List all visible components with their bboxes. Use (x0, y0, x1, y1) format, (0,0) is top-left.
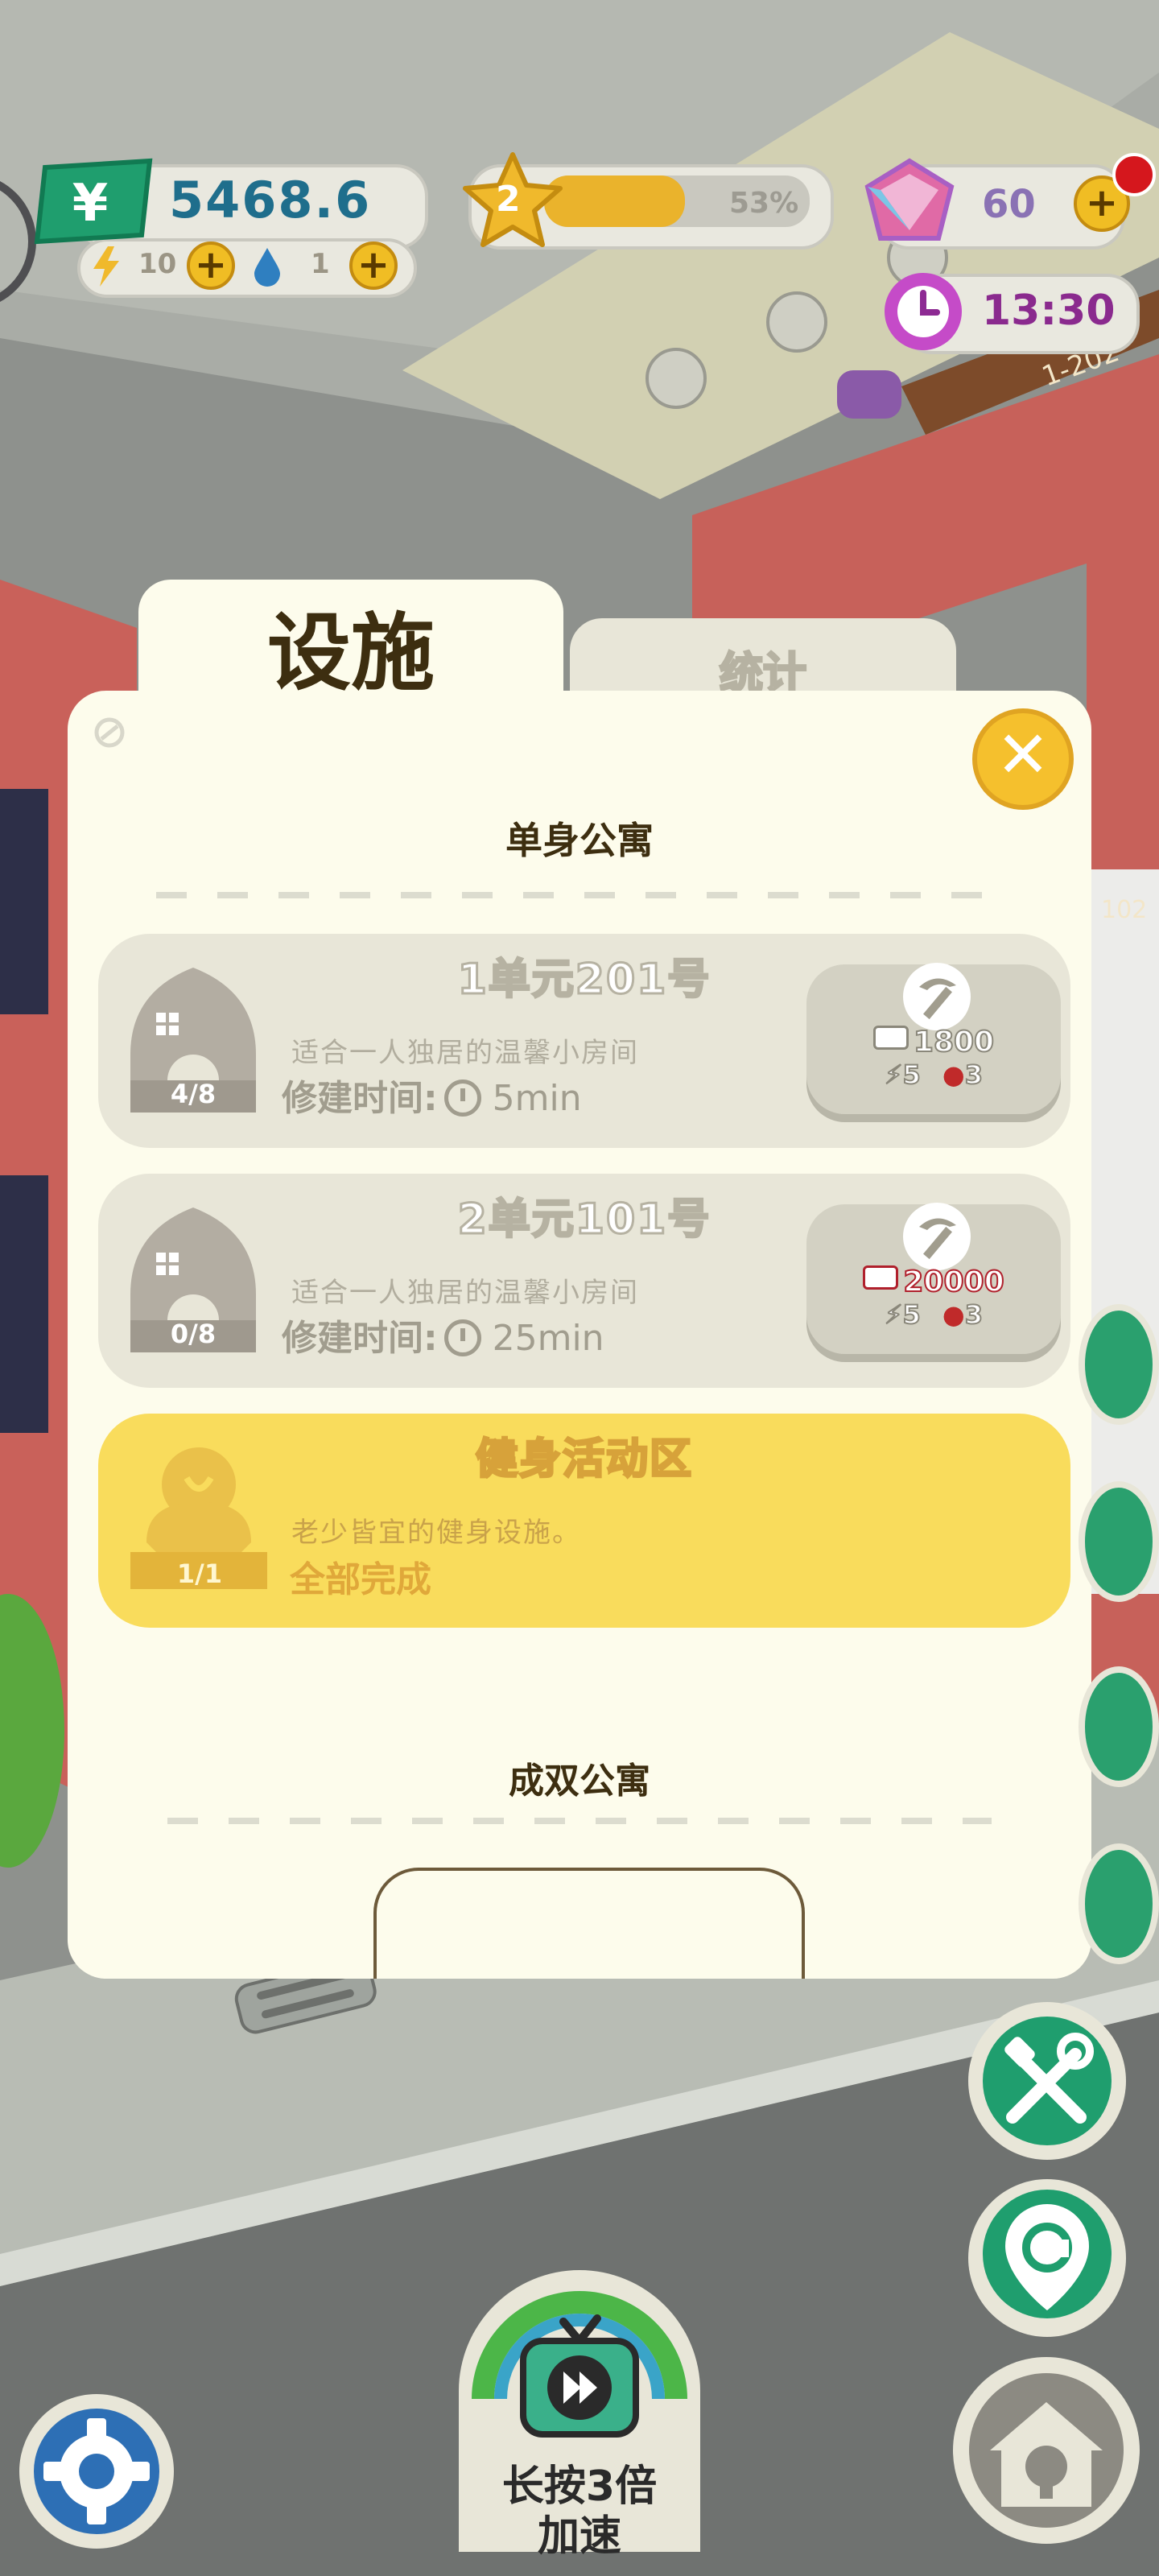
pickaxe-icon (903, 963, 971, 1030)
build-cost: 1800 (806, 1025, 1061, 1059)
built-count: 1/1 (176, 1558, 223, 1589)
money-value: 5468.6 (169, 171, 372, 229)
speed-up-button[interactable]: 长按3倍 加速 (451, 2262, 708, 2561)
section-divider (156, 892, 1003, 898)
add-energy-button[interactable]: + (187, 242, 235, 290)
timer-icon (443, 1319, 481, 1356)
tab-facilities-label: 设施 (266, 604, 435, 702)
cost-value: 1800 (913, 1025, 995, 1059)
build-time: 修建时间: 5min (282, 1069, 582, 1121)
tv-fast-forward-icon (520, 2314, 639, 2438)
facility-description: 适合一人独居的温馨小房间 (291, 1037, 639, 1069)
build-cost: 20000 (806, 1265, 1061, 1299)
build-requirements: ⚡5 ●3 (806, 1298, 1061, 1331)
settings-button[interactable] (16, 2391, 177, 2552)
level-progress-text: 53% (729, 187, 799, 220)
money-tag-icon (872, 1026, 909, 1050)
facility-card-completed[interactable]: 1/1 健身活动区 老少皆宜的健身设施。 全部完成 (98, 1414, 1070, 1628)
tools-button[interactable] (963, 1996, 1132, 2165)
next-card-outline (373, 1868, 805, 1979)
gem-icon (864, 158, 955, 241)
side-button-partial[interactable] (1079, 1843, 1159, 1964)
speed-button-label-line2: 加速 (537, 2512, 621, 2561)
timer-icon (443, 1080, 481, 1117)
money-icon: ¥ (34, 158, 153, 245)
water-req-value: 3 (964, 1059, 984, 1091)
svg-text:¥: ¥ (72, 174, 109, 233)
facility-card[interactable]: 0/8 2单元101号 适合一人独居的温馨小房间 修建时间: 25min 2000… (98, 1174, 1070, 1388)
build-requirements: ⚡5 ●3 (806, 1059, 1061, 1091)
water-req-icon: ● (942, 1059, 965, 1090)
panel-corner-icon (94, 717, 125, 748)
energy-icon (93, 246, 119, 287)
facility-name: 健身活动区 (474, 1435, 693, 1485)
gem-value: 60 (982, 182, 1036, 227)
cost-value: 20000 (902, 1265, 1004, 1299)
location-pin-button[interactable] (963, 2174, 1132, 2351)
facility-card[interactable]: 4/8 1单元201号 适合一人独居的温馨小房间 修建时间: 5min 1800 … (98, 934, 1070, 1148)
energy-req-value: 5 (901, 1059, 921, 1091)
water-req-icon: ● (942, 1299, 965, 1330)
money-tag-icon (863, 1265, 899, 1290)
energy-req-icon: ⚡ (884, 1059, 904, 1091)
side-button-partial[interactable] (1079, 1666, 1159, 1787)
home-key-button[interactable] (950, 2354, 1143, 2547)
side-button-partial[interactable] (1079, 1481, 1159, 1602)
build-time-value: 5min (492, 1078, 582, 1119)
built-count: 0/8 (170, 1319, 217, 1349)
build-time-value: 25min (492, 1318, 604, 1359)
water-req-value: 3 (964, 1298, 984, 1331)
build-time-label: 修建时间: (282, 1078, 438, 1119)
level-progress-fill (544, 175, 685, 227)
time-value: 13:30 (982, 287, 1116, 335)
energy-req-value: 5 (901, 1298, 921, 1331)
section-title-single-apartments: 单身公寓 (505, 819, 654, 862)
room-sign-102: 102 (1101, 896, 1147, 924)
build-button[interactable]: 20000 ⚡5 ●3 (806, 1203, 1061, 1354)
energy-value: 10 (138, 248, 177, 280)
section-title-couple-apartments: 成双公寓 (509, 1761, 650, 1802)
add-water-button[interactable]: + (349, 242, 398, 290)
notification-dot (1112, 153, 1156, 196)
section-divider (167, 1818, 992, 1824)
pickaxe-icon (903, 1203, 971, 1270)
build-time: 修建时间: 25min (282, 1309, 604, 1360)
build-time-label: 修建时间: (282, 1318, 438, 1359)
energy-req-icon: ⚡ (884, 1298, 904, 1331)
facility-description: 老少皆宜的健身设施。 (291, 1517, 581, 1549)
built-count: 4/8 (170, 1079, 217, 1109)
water-value: 1 (311, 248, 330, 280)
build-button[interactable]: 1800 ⚡5 ●3 (806, 963, 1061, 1114)
facility-description: 适合一人独居的温馨小房间 (291, 1277, 639, 1309)
side-button-partial[interactable] (1079, 1304, 1159, 1425)
water-drop-icon (254, 248, 280, 287)
level-number: 2 (496, 179, 521, 220)
completed-status: 全部完成 (290, 1559, 431, 1600)
close-button[interactable]: ✕ (972, 708, 1074, 810)
clock-icon (885, 273, 962, 350)
facilities-panel: 单身公寓 4/8 1单元201号 适合一人独居的温馨小房间 修建时间: 5min … (68, 691, 1091, 1979)
